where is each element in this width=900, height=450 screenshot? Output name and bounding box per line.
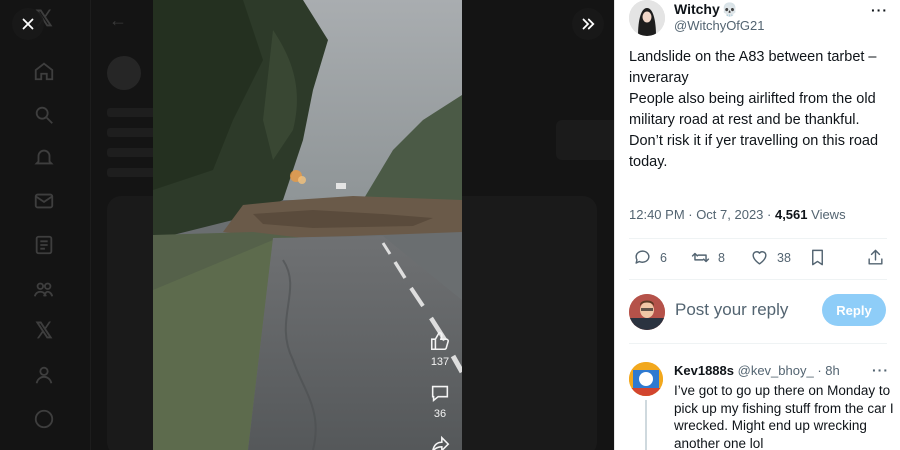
reply-button[interactable]: Reply bbox=[822, 294, 886, 326]
commenter-header: Kev1888s @kev_bhoy_ · 8h bbox=[674, 363, 840, 378]
more-circle-icon bbox=[33, 408, 55, 430]
comment-text: I’ve got to go up there on Monday to pic… bbox=[674, 383, 894, 450]
commenter-name[interactable]: Kev1888s bbox=[674, 363, 734, 378]
divider bbox=[629, 343, 887, 344]
home-icon bbox=[33, 60, 55, 82]
divider bbox=[629, 238, 887, 239]
reply-action[interactable]: 6 bbox=[633, 248, 667, 267]
repost-count: 8 bbox=[718, 250, 725, 265]
like-action[interactable]: 38 bbox=[750, 248, 791, 267]
video-like-count: 137 bbox=[430, 356, 450, 368]
reply-composer: Post your reply Reply bbox=[615, 290, 900, 336]
like-count: 38 bbox=[777, 250, 791, 265]
back-arrow-icon: ← bbox=[109, 10, 127, 30]
video-comment-count: 36 bbox=[433, 408, 447, 420]
commenter-avatar[interactable] bbox=[629, 362, 663, 396]
communities-icon bbox=[33, 278, 55, 300]
heart-icon bbox=[752, 251, 767, 265]
landslide-video-frame bbox=[153, 0, 462, 450]
divider bbox=[629, 279, 887, 280]
bookmark-icon bbox=[812, 249, 823, 266]
tweet-detail-panel: Witchy 💀 @WitchyOfG21 ··· Landslide on th… bbox=[614, 0, 900, 450]
repost-icon bbox=[691, 252, 710, 263]
messages-icon bbox=[33, 190, 55, 212]
reply-icon bbox=[635, 250, 650, 264]
author-avatar[interactable] bbox=[629, 0, 665, 36]
profile-icon bbox=[33, 364, 55, 386]
tweet-text: Landslide on the A83 between tarbet – in… bbox=[629, 47, 895, 173]
close-button[interactable] bbox=[12, 8, 44, 40]
bookmark-action[interactable] bbox=[808, 248, 835, 267]
author-name[interactable]: Witchy 💀 bbox=[674, 1, 738, 18]
lists-icon bbox=[33, 234, 55, 256]
tweet-text-line: Landslide on the A83 between tarbet – in… bbox=[629, 49, 877, 86]
video-player[interactable]: 137 36 bbox=[153, 0, 462, 450]
premium-icon: 𝕏 bbox=[35, 318, 53, 343]
views-label: Views bbox=[807, 207, 846, 222]
reply-comment[interactable]: Kev1888s @kev_bhoy_ · 8h ··· I’ve got to… bbox=[615, 352, 900, 450]
notifications-icon bbox=[33, 146, 55, 168]
background-avatar bbox=[107, 56, 141, 90]
video-like-button[interactable]: 137 bbox=[420, 330, 460, 368]
share-action[interactable] bbox=[866, 248, 893, 267]
video-share-button[interactable] bbox=[420, 434, 460, 450]
background-nav: 𝕏 𝕏 bbox=[0, 0, 90, 450]
chevrons-right-icon bbox=[582, 18, 595, 30]
comment-time[interactable]: · 8h bbox=[817, 363, 839, 378]
commenter-handle[interactable]: @kev_bhoy_ bbox=[738, 363, 814, 378]
close-icon bbox=[22, 18, 34, 30]
reply-input[interactable]: Post your reply bbox=[675, 300, 788, 320]
thumbs-up-icon bbox=[430, 331, 450, 351]
reply-count: 6 bbox=[660, 250, 667, 265]
tweet-meta: 12:40 PM · Oct 7, 2023 · 4,561 Views bbox=[629, 207, 846, 222]
more-options-icon[interactable]: ··· bbox=[871, 2, 888, 18]
thread-line bbox=[645, 400, 647, 450]
repost-action[interactable]: 8 bbox=[691, 248, 725, 267]
video-comment-button[interactable]: 36 bbox=[420, 382, 460, 420]
share-icon bbox=[868, 249, 883, 265]
background-card bbox=[556, 120, 614, 160]
tweet-timestamp[interactable]: 12:40 PM · Oct 7, 2023 · bbox=[629, 207, 775, 222]
comment-bubble-icon bbox=[431, 385, 449, 402]
search-icon bbox=[33, 104, 55, 126]
current-user-avatar[interactable] bbox=[629, 294, 665, 330]
views-count: 4,561 bbox=[774, 207, 808, 222]
tweet-text-line: Don’t risk it if yer travelling on this … bbox=[629, 133, 879, 170]
tweet-actions: 6 8 38 bbox=[629, 248, 891, 270]
tweet-text-line: People also being airlifted from the old… bbox=[629, 91, 876, 128]
share-arrow-icon bbox=[432, 435, 450, 450]
author-handle[interactable]: @WitchyOfG21 bbox=[674, 18, 765, 33]
expand-panel-button[interactable] bbox=[572, 8, 604, 40]
skull-emoji-icon: 💀 bbox=[721, 2, 738, 17]
comment-more-icon[interactable]: ··· bbox=[872, 362, 889, 378]
